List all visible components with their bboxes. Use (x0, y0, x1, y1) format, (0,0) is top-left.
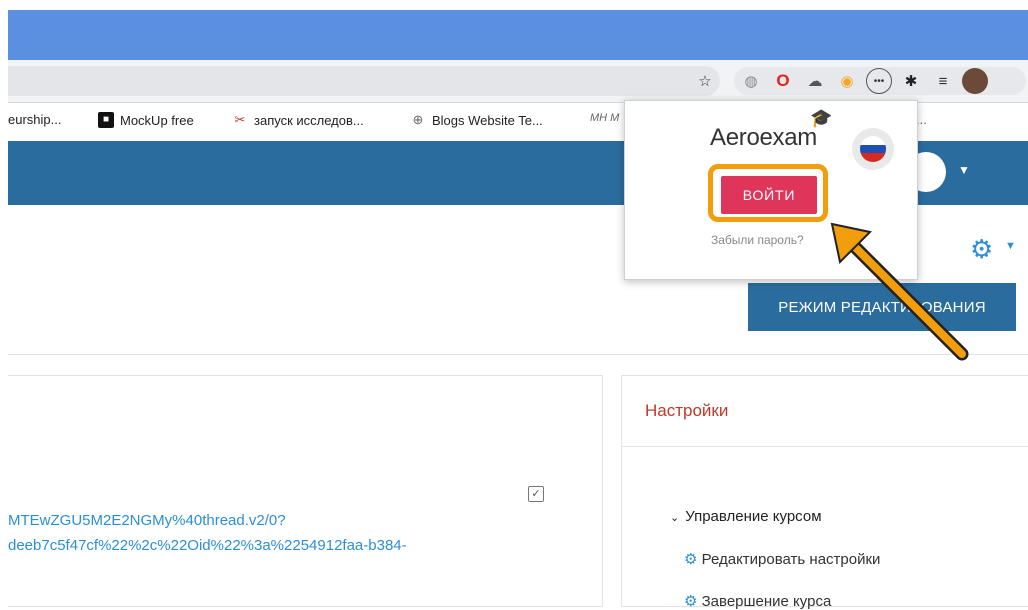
password-icon[interactable]: ••• (866, 68, 892, 94)
bookmark-item[interactable]: MH M (590, 112, 619, 124)
settings-title: Настройки (645, 401, 729, 420)
chrome-icon[interactable]: ◉ (836, 70, 858, 92)
cloud-icon[interactable]: ☁ (804, 70, 826, 92)
main-content-card (8, 375, 603, 607)
russia-flag-icon (860, 136, 886, 162)
login-button[interactable]: ВОЙТИ (721, 176, 817, 214)
top-strip (0, 0, 1028, 10)
bookmark-item[interactable]: ✂ запуск исследов... (232, 112, 364, 128)
bookmark-label: запуск исследов... (254, 112, 364, 128)
caret-down-icon[interactable]: ▼ (958, 163, 970, 177)
course-management-item[interactable]: ⌄ Управление курсом (670, 508, 822, 525)
bookmark-item[interactable]: eurship... (8, 112, 61, 127)
edit-settings-label: Редактировать настройки (701, 551, 881, 568)
chevron-down-icon: ⌄ (670, 512, 680, 524)
gear-icon: ⚙ (684, 593, 698, 610)
tool-icon: ✂ (234, 112, 246, 127)
address-bar[interactable] (8, 66, 720, 96)
gear-icon: ⚙ (684, 551, 698, 568)
graduation-cap-icon: 🎓 (810, 108, 833, 128)
bookmark-label: Blogs Website Te... (432, 112, 543, 128)
profile-icon[interactable] (962, 68, 988, 94)
link-text[interactable]: MTEwZGU5M2E2NGMy%40thread.v2/0? (8, 512, 286, 529)
course-completion-label: Завершение курса (701, 593, 832, 610)
star-icon[interactable]: ☆ (694, 70, 716, 92)
edit-settings-link[interactable]: ⚙ Редактировать настройки (684, 550, 880, 568)
playlist-icon[interactable]: ≡ (932, 70, 954, 92)
globe-icon[interactable]: ◍ (740, 70, 762, 92)
language-flag-button[interactable] (852, 128, 894, 170)
link-text[interactable]: deeb7c5f47cf%22%2c%22Oid%22%3a%2254912fa… (8, 537, 407, 554)
aeroexam-logo: Aeroexam (710, 124, 817, 151)
bookmark-item[interactable]: ■ MockUp free (98, 112, 194, 128)
browser-title-bar (8, 10, 1028, 60)
divider (622, 446, 1028, 447)
mockup-icon: ■ (98, 112, 114, 128)
link-icon: ⊕ (412, 112, 424, 127)
annotation-arrow (830, 222, 969, 361)
bookmark-label: eurship... (8, 112, 62, 127)
opera-icon[interactable]: O (772, 70, 794, 92)
bookmark-label: MH M (590, 112, 620, 124)
course-completion-link[interactable]: ⚙ Завершение курса (684, 592, 831, 610)
forgot-password-link[interactable]: Забыли пароль? (711, 233, 804, 247)
bookmark-item[interactable]: ⊕ Blogs Website Te... (410, 112, 543, 128)
checkbox-icon[interactable]: ✓ (528, 486, 544, 502)
course-management-label: Управление курсом (685, 508, 822, 525)
caret-down-icon[interactable]: ▼ (1005, 240, 1016, 252)
bookmark-label: MockUp free (120, 112, 194, 128)
puzzle-icon[interactable]: ✱ (900, 70, 922, 92)
